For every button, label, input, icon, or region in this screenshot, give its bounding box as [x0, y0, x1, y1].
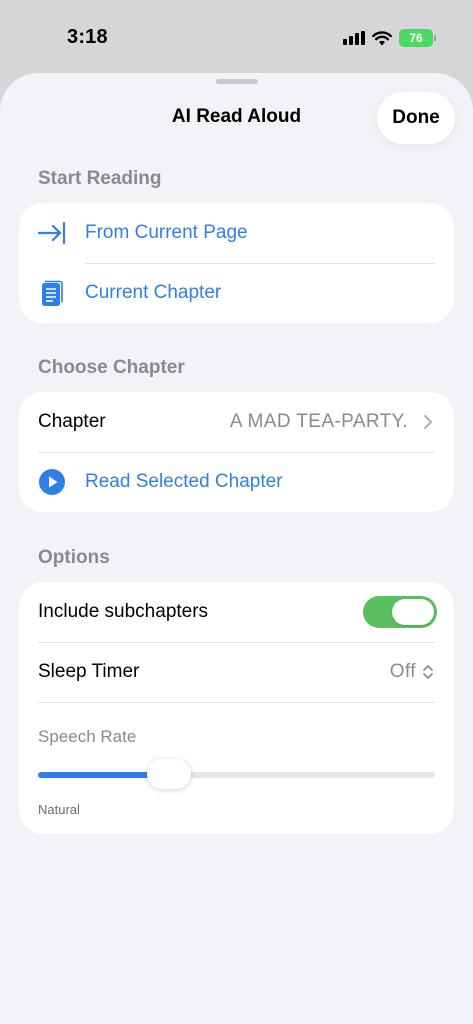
section-header-options: Options: [38, 547, 110, 568]
speech-rate-slider-track[interactable]: [38, 772, 435, 778]
battery-level: 76: [409, 31, 423, 45]
current-chapter-row[interactable]: Current Chapter: [19, 263, 454, 323]
read-selected-chapter-label: Read Selected Chapter: [85, 471, 283, 492]
play-circle-icon: [38, 468, 66, 496]
wifi-icon: [372, 30, 392, 45]
chevron-up-down-icon: [423, 665, 433, 679]
read-aloud-sheet: AI Read Aloud Done Start Reading From Cu…: [0, 73, 473, 1024]
done-button[interactable]: Done: [377, 92, 455, 144]
include-subchapters-label: Include subchapters: [38, 601, 209, 622]
chapter-picker-row[interactable]: Chapter A MAD TEA-PARTY.: [19, 392, 454, 452]
start-reading-card: From Current Page Current Chapter: [19, 203, 454, 323]
sleep-timer-row[interactable]: Sleep Timer Off: [19, 642, 454, 702]
divider: [38, 702, 435, 703]
status-time: 3:18: [67, 26, 108, 48]
speech-rate-caption: Natural: [38, 802, 80, 817]
from-current-page-label: From Current Page: [85, 222, 248, 243]
arrow-to-line-icon: [38, 219, 66, 247]
chevron-right-icon: [424, 415, 432, 429]
speech-rate-label: Speech Rate: [38, 727, 137, 746]
speech-rate-slider-thumb[interactable]: [147, 759, 191, 789]
sleep-timer-label: Sleep Timer: [38, 661, 140, 682]
sheet-grabber[interactable]: [216, 79, 258, 84]
section-header-choose-chapter: Choose Chapter: [38, 357, 185, 378]
status-bar: 3:18 76: [0, 0, 473, 72]
chapter-value: A MAD TEA-PARTY.: [229, 411, 408, 432]
toggle-knob: [392, 599, 434, 625]
read-selected-chapter-row[interactable]: Read Selected Chapter: [19, 452, 454, 512]
battery-icon: 76: [399, 29, 436, 47]
sleep-timer-value: Off: [389, 661, 416, 682]
include-subchapters-toggle[interactable]: [363, 596, 437, 628]
choose-chapter-card: Chapter A MAD TEA-PARTY. Read Selected C…: [19, 392, 454, 512]
section-header-start-reading: Start Reading: [38, 168, 162, 189]
cellular-signal-icon: [343, 31, 365, 45]
status-icons: 76: [343, 29, 436, 47]
from-current-page-row[interactable]: From Current Page: [19, 203, 454, 263]
chapter-label: Chapter: [38, 411, 106, 432]
document-icon: [38, 279, 66, 307]
include-subchapters-row: Include subchapters: [19, 582, 454, 642]
options-card: Include subchapters Sleep Timer Off Spee…: [19, 582, 454, 834]
current-chapter-label: Current Chapter: [85, 282, 222, 303]
